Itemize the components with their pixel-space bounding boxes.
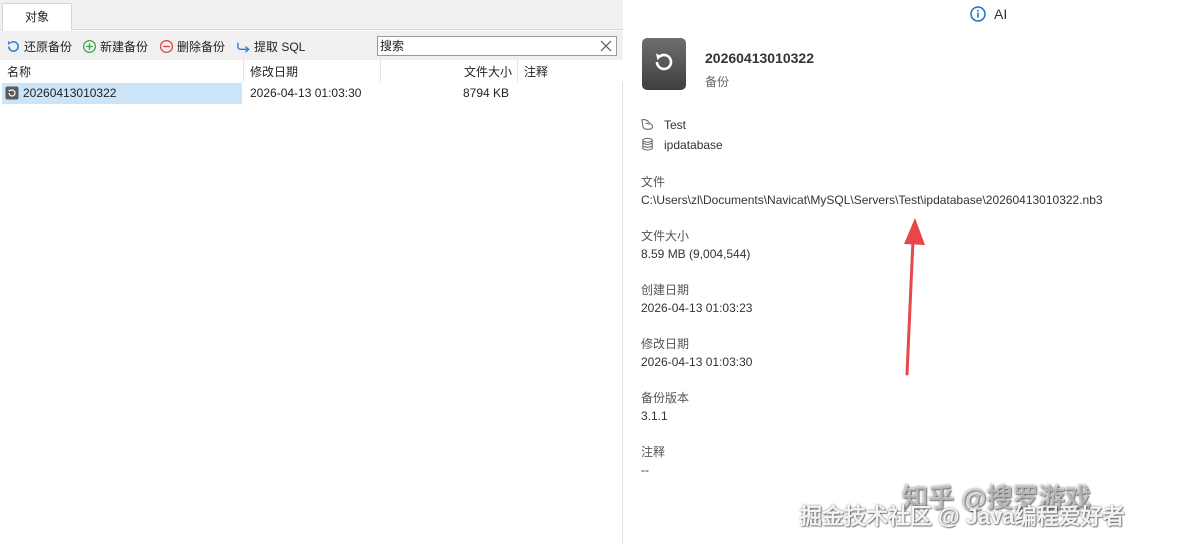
connection-name: Test (664, 117, 687, 132)
database-icon (642, 137, 653, 151)
new-backup-button[interactable]: 新建备份 (82, 37, 148, 55)
modified-date-label: 修改日期 (641, 337, 690, 351)
column-header-name[interactable]: 名称 (7, 63, 31, 80)
table-header: 名称 修改日期 文件大小 注释 (0, 60, 623, 82)
created-date-label: 创建日期 (641, 283, 690, 297)
column-header-modified[interactable]: 修改日期 (250, 63, 298, 80)
column-divider[interactable] (243, 60, 244, 82)
file-size-value: 8.59 MB (9,004,544) (641, 247, 751, 261)
plus-circle-icon (82, 39, 97, 53)
cell-name: 20260413010322 (23, 86, 117, 100)
modified-date-value: 2026-04-13 01:03:30 (641, 355, 753, 369)
delete-backup-label: 删除备份 (177, 39, 226, 54)
backup-version-value: 3.1.1 (641, 409, 668, 423)
restore-backup-label: 还原备份 (24, 39, 73, 54)
object-type: 备份 (705, 75, 730, 89)
backup-large-icon (642, 38, 686, 90)
column-divider[interactable] (517, 60, 518, 82)
object-title: 20260413010322 (705, 50, 815, 66)
column-header-comment[interactable]: 注释 (524, 63, 548, 80)
backup-version-label: 备份版本 (641, 391, 690, 405)
comment-label: 注释 (641, 445, 666, 459)
new-backup-label: 新建备份 (100, 39, 149, 54)
connection-icon (641, 119, 653, 130)
backup-file-icon (5, 86, 19, 100)
file-path-label: 文件 (641, 175, 666, 189)
watermark-juejin: 掘金技术社区 @ Java编程爱好者 (800, 504, 1125, 529)
annotation-arrow (904, 218, 925, 376)
search-box (377, 36, 617, 56)
column-header-size[interactable]: 文件大小 (464, 63, 512, 80)
cell-size: 8794 KB (463, 86, 510, 100)
extract-arrow-icon (237, 42, 250, 53)
column-divider[interactable] (380, 60, 381, 82)
info-icon[interactable] (970, 6, 986, 22)
clear-icon[interactable] (599, 39, 613, 53)
tab-bar: 对象 (0, 0, 623, 31)
file-size-label: 文件大小 (641, 229, 690, 243)
ai-button[interactable]: AI (994, 6, 1007, 22)
minus-circle-icon (159, 39, 174, 53)
comment-value: -- (641, 463, 649, 477)
tab-objects[interactable]: 对象 (2, 3, 72, 31)
database-name: ipdatabase (664, 137, 723, 152)
search-input[interactable] (380, 38, 590, 54)
file-path-value: C:\Users\zl\Documents\Navicat\MySQL\Serv… (641, 193, 1103, 207)
database-line: ipdatabase (640, 137, 723, 152)
delete-backup-button[interactable]: 删除备份 (159, 37, 225, 55)
connection-line: Test (640, 117, 686, 132)
restore-backup-button[interactable]: 还原备份 (6, 37, 72, 55)
extract-sql-button[interactable]: 提取 SQL (236, 37, 305, 55)
restore-icon (7, 40, 19, 52)
extract-sql-label: 提取 SQL (254, 39, 306, 54)
created-date-value: 2026-04-13 01:03:23 (641, 301, 753, 315)
cell-modified: 2026-04-13 01:03:30 (250, 86, 362, 100)
detail-top-icons: AI (970, 6, 1007, 22)
object-pane: 对象 还原备份 新建备份 删除备份 提取 SQL 名称 修改日期 文件大小 注释 (0, 0, 623, 544)
table-row[interactable]: 20260413010322 2026-04-13 01:03:30 8794 … (0, 83, 623, 104)
